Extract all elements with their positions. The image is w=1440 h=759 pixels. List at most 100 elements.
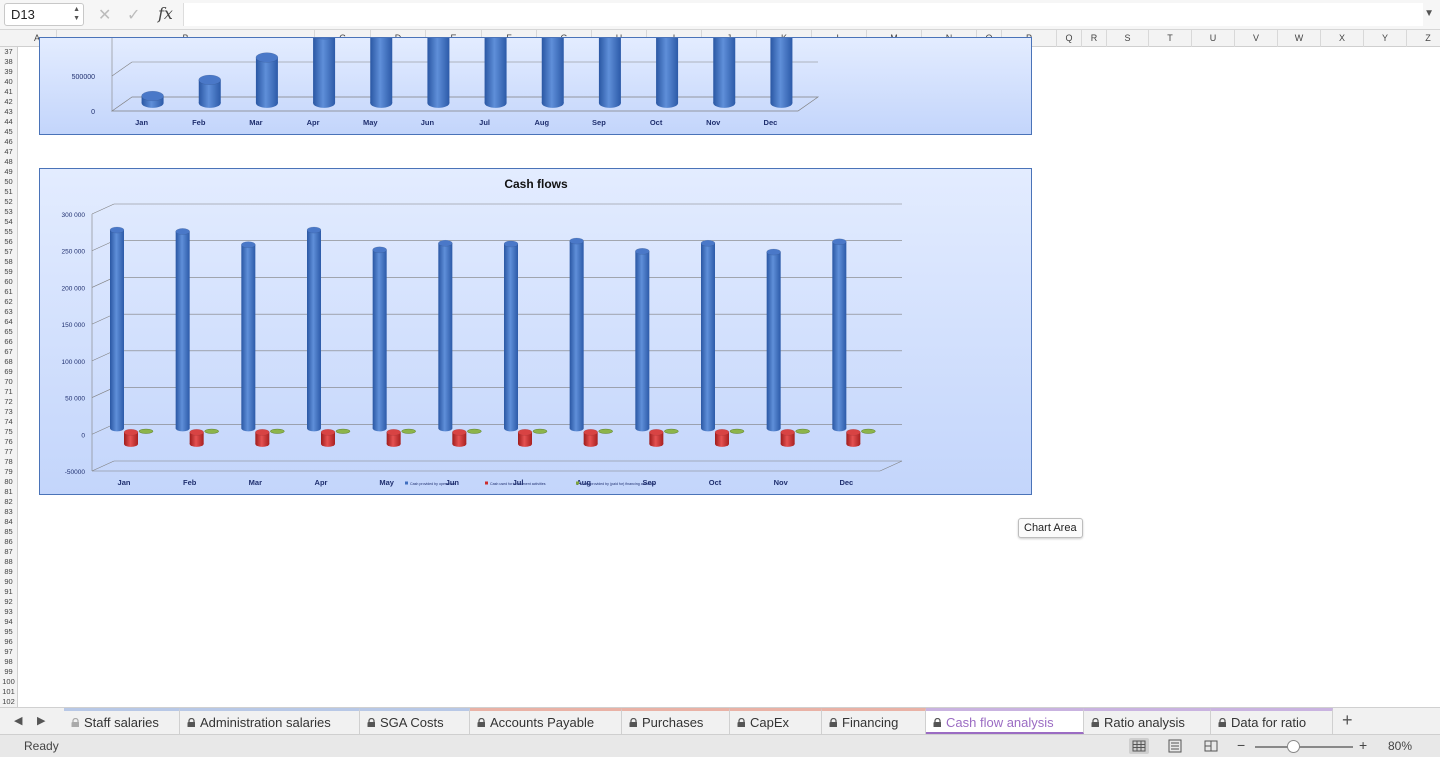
chart1-bar-oct[interactable] [656, 38, 679, 108]
bar-operations-feb[interactable] [175, 228, 190, 432]
sheet-tab-data-for-ratio[interactable]: Data for ratio [1211, 708, 1333, 734]
row-header-101[interactable]: 101 [0, 687, 17, 697]
row-header-47[interactable]: 47 [0, 147, 17, 157]
bar-financing-jul[interactable] [532, 428, 548, 434]
zoom-out-button[interactable]: − [1237, 737, 1245, 753]
row-header-50[interactable]: 50 [0, 177, 17, 187]
bar-investment-may[interactable] [386, 428, 401, 447]
bar-operations-jun[interactable] [438, 239, 453, 432]
row-header-67[interactable]: 67 [0, 347, 17, 357]
chart1-bar-feb[interactable] [198, 74, 221, 108]
bar-financing-jun[interactable] [467, 428, 482, 434]
row-header-59[interactable]: 59 [0, 267, 17, 277]
row-header-91[interactable]: 91 [0, 587, 17, 597]
row-header-84[interactable]: 84 [0, 517, 17, 527]
bar-investment-jun[interactable] [452, 428, 467, 447]
chart1-bar-jan[interactable] [141, 90, 164, 108]
row-header-80[interactable]: 80 [0, 477, 17, 487]
next-sheet-arrow-icon[interactable]: ▶ [37, 714, 45, 727]
row-header-97[interactable]: 97 [0, 647, 17, 657]
sheet-tab-accounts-payable[interactable]: Accounts Payable [470, 708, 622, 734]
chart1-bar-may[interactable] [370, 38, 393, 108]
chart-top-partial[interactable]: 0 500000 Jan Feb Mar Apr May Jun Jul Aug Sep Oct Nov… [39, 37, 1032, 135]
bar-operations-oct[interactable] [700, 239, 716, 432]
row-header-49[interactable]: 49 [0, 167, 17, 177]
row-header-99[interactable]: 99 [0, 667, 17, 677]
bar-investment-jan[interactable] [123, 428, 139, 447]
row-header-85[interactable]: 85 [0, 527, 17, 537]
legend-entry[interactable]: Cash provided by (paid for) financing ac… [581, 482, 655, 486]
chart1-bar-jun[interactable] [427, 38, 450, 108]
bar-investment-sep[interactable] [649, 428, 664, 447]
row-header-90[interactable]: 90 [0, 577, 17, 587]
row-header-83[interactable]: 83 [0, 507, 17, 517]
bar-investment-nov[interactable] [780, 428, 795, 447]
zoom-level[interactable]: 80% [1388, 739, 1412, 753]
row-header-79[interactable]: 79 [0, 467, 17, 477]
formula-input[interactable] [183, 3, 1423, 26]
row-header-58[interactable]: 58 [0, 257, 17, 267]
row-header-68[interactable]: 68 [0, 357, 17, 367]
row-header-39[interactable]: 39 [0, 67, 17, 77]
bar-operations-dec[interactable] [832, 238, 847, 432]
bar-financing-mar[interactable] [270, 428, 285, 434]
row-header-56[interactable]: 56 [0, 237, 17, 247]
row-header-51[interactable]: 51 [0, 187, 17, 197]
formula-bar-expand-chevron-icon[interactable]: ▼ [1424, 8, 1434, 19]
column-header-q[interactable]: Q [1057, 30, 1082, 47]
row-header-93[interactable]: 93 [0, 607, 17, 617]
row-header-71[interactable]: 71 [0, 387, 17, 397]
page-layout-view-icon[interactable] [1165, 738, 1185, 754]
zoom-slider-track[interactable] [1255, 746, 1353, 748]
bar-financing-dec[interactable] [861, 428, 876, 434]
legend-entry[interactable]: Cash provided by operations [410, 482, 456, 486]
row-header-96[interactable]: 96 [0, 637, 17, 647]
zoom-slider-thumb[interactable] [1287, 740, 1300, 753]
chart1-bar-mar[interactable] [255, 52, 279, 108]
row-header-64[interactable]: 64 [0, 317, 17, 327]
bar-operations-nov[interactable] [766, 248, 781, 432]
bar-investment-mar[interactable] [255, 428, 270, 447]
bar-investment-aug[interactable] [583, 428, 598, 447]
bar-investment-oct[interactable] [714, 428, 730, 447]
row-header-74[interactable]: 74 [0, 417, 17, 427]
row-header-87[interactable]: 87 [0, 547, 17, 557]
bar-operations-mar[interactable] [241, 241, 256, 432]
row-header-37[interactable]: 37 [0, 47, 17, 57]
row-header-60[interactable]: 60 [0, 277, 17, 287]
name-box[interactable]: D13 ▲ ▼ [4, 3, 84, 26]
row-header-81[interactable]: 81 [0, 487, 17, 497]
add-sheet-button[interactable]: + [1342, 710, 1353, 731]
chart1-bar-aug[interactable] [541, 38, 564, 108]
column-header-w[interactable]: W [1278, 30, 1321, 47]
bar-investment-feb[interactable] [189, 428, 204, 447]
bar-financing-apr[interactable] [335, 428, 351, 434]
sheet-tab-staff-salaries[interactable]: Staff salaries [64, 708, 180, 734]
row-header-95[interactable]: 95 [0, 627, 17, 637]
sheet-tab-sga-costs[interactable]: SGA Costs [360, 708, 470, 734]
row-header-61[interactable]: 61 [0, 287, 17, 297]
prev-sheet-arrow-icon[interactable]: ◀ [14, 714, 22, 727]
row-header-69[interactable]: 69 [0, 367, 17, 377]
zoom-in-button[interactable]: + [1359, 737, 1367, 753]
row-header-78[interactable]: 78 [0, 457, 17, 467]
row-header-62[interactable]: 62 [0, 297, 17, 307]
row-header-102[interactable]: 102 [0, 697, 17, 707]
bar-investment-apr[interactable] [320, 428, 336, 447]
legend-entry[interactable]: Cash used for investment activities [490, 482, 546, 486]
row-header-72[interactable]: 72 [0, 397, 17, 407]
bar-investment-jul[interactable] [517, 428, 533, 447]
sheet-tab-ratio-analysis[interactable]: Ratio analysis [1084, 708, 1211, 734]
bar-financing-jan[interactable] [138, 428, 154, 434]
bar-financing-aug[interactable] [598, 428, 613, 434]
sheet-tab-administration-salaries[interactable]: Administration salaries [180, 708, 360, 734]
row-header-92[interactable]: 92 [0, 597, 17, 607]
column-header-z[interactable]: Z [1407, 30, 1440, 47]
enter-check-icon[interactable]: ✓ [127, 5, 140, 25]
page-break-view-icon[interactable] [1201, 738, 1221, 754]
row-header-86[interactable]: 86 [0, 537, 17, 547]
bar-operations-may[interactable] [372, 246, 387, 432]
chart1-bar-apr[interactable] [313, 38, 336, 108]
sheet-tab-purchases[interactable]: Purchases [622, 708, 730, 734]
row-header-100[interactable]: 100 [0, 677, 17, 687]
